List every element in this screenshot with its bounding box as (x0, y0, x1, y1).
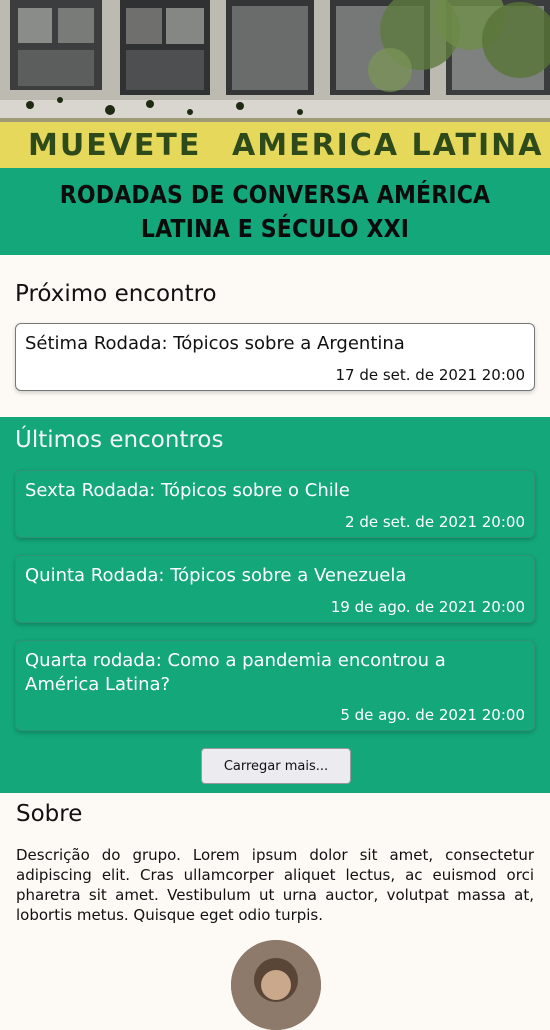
graffiti-wall-illustration: MUEVETE AMERICA LATINA (0, 0, 550, 168)
svg-text:AMERICA LATINA: AMERICA LATINA (232, 128, 543, 163)
about-description: Descrição do grupo. Lorem ipsum dolor si… (16, 846, 534, 924)
person-photo-icon (231, 940, 321, 1030)
svg-text:MUEVETE: MUEVETE (28, 128, 201, 163)
last-meetings-section: Últimos encontros Sexta Rodada: Tópicos … (0, 417, 550, 793)
avatar (231, 940, 321, 1030)
event-title: Quarta rodada: Como a pandemia encontrou… (25, 650, 446, 695)
event-title: Quinta Rodada: Tópicos sobre a Venezuela (25, 565, 407, 586)
event-title: Sexta Rodada: Tópicos sobre o Chile (25, 480, 350, 501)
event-date: 2 de set. de 2021 20:00 (345, 513, 525, 531)
next-meeting-heading: Próximo encontro (15, 281, 217, 307)
page-title: RODADAS DE CONVERSA AMÉRICA LATINA E SÉC… (59, 179, 491, 243)
next-meeting-card[interactable]: Sétima Rodada: Tópicos sobre a Argentina… (15, 323, 535, 391)
next-meeting-section: Próximo encontro Sétima Rodada: Tópicos … (0, 255, 550, 417)
hero-banner-image: MUEVETE AMERICA LATINA (0, 0, 550, 168)
event-card[interactable]: Quinta Rodada: Tópicos sobre a Venezuela… (15, 555, 535, 623)
event-card[interactable]: Sexta Rodada: Tópicos sobre o Chile 2 de… (15, 470, 535, 538)
event-title: Sétima Rodada: Tópicos sobre a Argentina (25, 333, 405, 354)
event-card[interactable]: Quarta rodada: Como a pandemia encontrou… (15, 640, 535, 731)
page-header: RODADAS DE CONVERSA AMÉRICA LATINA E SÉC… (0, 168, 550, 255)
event-date: 17 de set. de 2021 20:00 (335, 366, 525, 384)
event-date: 19 de ago. de 2021 20:00 (330, 598, 525, 616)
load-more-button[interactable]: Carregar mais... (201, 748, 351, 784)
last-meetings-heading: Últimos encontros (15, 427, 224, 453)
about-heading: Sobre (16, 801, 83, 827)
event-date: 5 de ago. de 2021 20:00 (340, 706, 525, 724)
about-section: Sobre Descrição do grupo. Lorem ipsum do… (0, 793, 550, 925)
